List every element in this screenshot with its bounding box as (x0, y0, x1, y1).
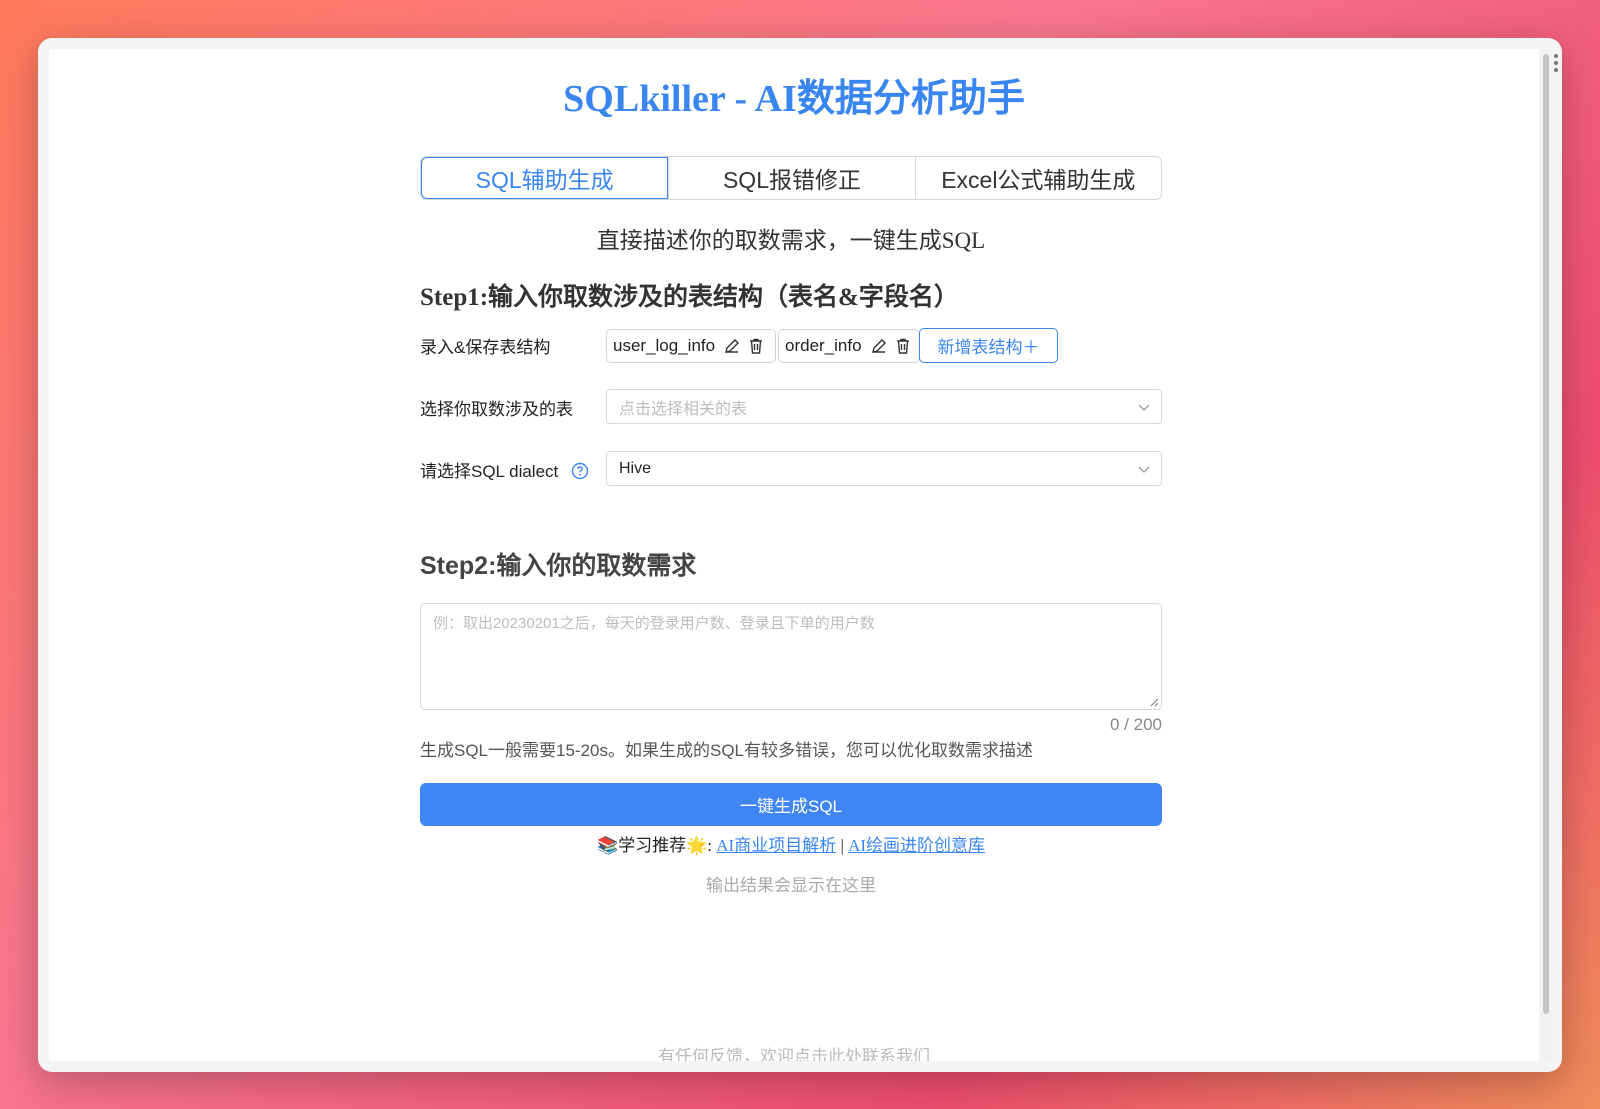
dialect-label: 请选择SQL dialect (420, 462, 559, 481)
help-icon[interactable] (571, 462, 589, 480)
scrollbar[interactable] (1540, 50, 1552, 1060)
edit-icon[interactable] (870, 337, 888, 355)
page-title: SQLkiller - AI数据分析助手 (563, 78, 1025, 120)
edit-icon[interactable] (723, 337, 741, 355)
requirement-placeholder: 例：取出20230201之后，每天的登录用户数、登录且下单的用户数 (433, 615, 875, 632)
add-table-button[interactable]: 新增表结构＋ (919, 328, 1058, 363)
table-chip-user-log-info[interactable]: user_log_info (606, 329, 776, 363)
step1-heading: Step1:输入你取数涉及的表结构（表名&字段名） (420, 284, 959, 311)
recommend-link-painting[interactable]: AI绘画进阶创意库 (848, 836, 985, 855)
step2-heading: Step2:输入你的取数需求 (420, 552, 697, 580)
browser-window: SQLkiller - AI数据分析助手 SQL辅助生成 SQL报错修正 Exc… (38, 38, 1562, 1072)
generate-sql-button[interactable]: 一键生成SQL (420, 783, 1162, 826)
tab-sql-generate[interactable]: SQL辅助生成 (421, 157, 669, 199)
table-chip-name: order_info (785, 336, 862, 355)
table-chip-name: user_log_info (613, 336, 716, 355)
scrollbar-thumb[interactable] (1543, 54, 1549, 1014)
page: SQLkiller - AI数据分析助手 SQL辅助生成 SQL报错修正 Exc… (49, 49, 1539, 1061)
trash-icon[interactable] (894, 337, 912, 355)
recommend-line: 📚学习推荐🌟: AI商业项目解析 | AI绘画进阶创意库 (420, 831, 1162, 856)
table-row-label: 录入&保存表结构 (420, 338, 551, 357)
footer-feedback-link[interactable]: 有任何反馈，欢迎点击此处联系我们 (49, 1042, 1539, 1061)
tab-excel-formula[interactable]: Excel公式辅助生成 (914, 157, 1161, 199)
recommend-link-business[interactable]: AI商业项目解析 (716, 836, 836, 855)
output-placeholder: 输出结果会显示在这里 (706, 876, 876, 895)
chevron-down-icon (1138, 466, 1150, 473)
dialect-select[interactable]: Hive (606, 451, 1162, 486)
select-tables-dropdown[interactable]: 点击选择相关的表 (606, 389, 1162, 424)
mode-tabs: SQL辅助生成 SQL报错修正 Excel公式辅助生成 (420, 156, 1162, 200)
generate-hint: 生成SQL一般需要15-20s。如果生成的SQL有较多错误，您可以优化取数需求描… (420, 741, 1034, 760)
recommend-separator: | (836, 836, 849, 855)
char-counter: 0 / 200 (1110, 715, 1162, 734)
more-menu-icon[interactable] (1554, 54, 1560, 75)
requirement-textarea[interactable]: 例：取出20230201之后，每天的登录用户数、登录且下单的用户数 (420, 603, 1162, 710)
select-tables-placeholder: 点击选择相关的表 (619, 400, 748, 418)
page-subtitle: 直接描述你的取数需求，一键生成SQL (596, 228, 986, 253)
chevron-down-icon (1138, 404, 1150, 411)
recommend-prefix: 📚学习推荐🌟: (596, 836, 717, 855)
table-chip-order-info[interactable]: order_info (778, 329, 920, 363)
dialect-label-row: 请选择SQL dialect (420, 457, 589, 482)
resize-handle-icon[interactable] (1149, 697, 1159, 707)
dialect-value: Hive (619, 459, 652, 477)
trash-icon[interactable] (747, 337, 765, 355)
tab-sql-fix[interactable]: SQL报错修正 (668, 157, 915, 199)
select-tables-label: 选择你取数涉及的表 (420, 400, 573, 419)
